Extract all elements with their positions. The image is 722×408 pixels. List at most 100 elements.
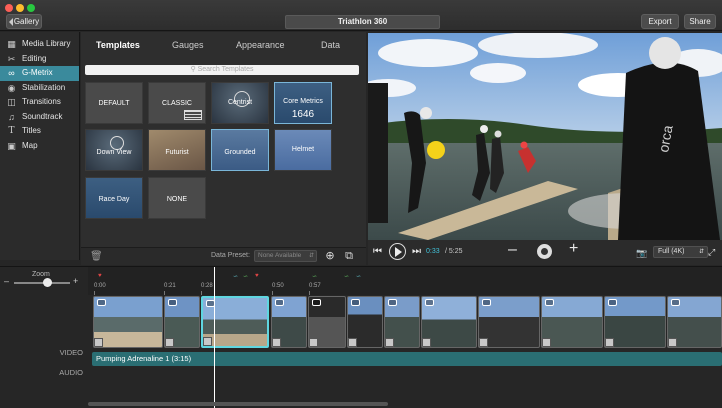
metric-marker-icon[interactable]: ∽ [344, 273, 349, 280]
tick-mark [201, 291, 202, 295]
zoom-slider[interactable] [14, 282, 70, 284]
metric-marker-icon[interactable]: ∽ [312, 273, 317, 280]
view-orientation-icon[interactable] [537, 244, 552, 259]
transition-icon[interactable] [309, 338, 318, 347]
video-clip[interactable] [271, 296, 307, 348]
transition-icon[interactable] [203, 337, 212, 346]
tab-templates[interactable]: Templates [96, 40, 140, 50]
video-clip[interactable] [93, 296, 163, 348]
tab-data[interactable]: Data [321, 40, 340, 50]
sidebar-item-media-library[interactable]: ▦ Media Library [0, 37, 79, 52]
tab-appearance[interactable]: Appearance [236, 40, 285, 50]
vr-360-icon [671, 299, 680, 306]
video-clip[interactable] [478, 296, 540, 348]
video-clip[interactable] [604, 296, 666, 348]
tile-label: CLASSIC [162, 100, 192, 107]
video-track [92, 296, 722, 350]
transition-icon[interactable] [479, 338, 488, 347]
tick-mark [94, 291, 95, 295]
transition-icon[interactable] [668, 338, 677, 347]
fullscreen-icon[interactable]: ⤢ [708, 246, 715, 258]
video-clip[interactable] [421, 296, 477, 348]
film-icon: ▦ [7, 39, 16, 49]
zoom-slider-handle[interactable] [43, 278, 52, 287]
sidebar-item-label: G-Metrix [22, 68, 53, 77]
minimize-window-button[interactable] [16, 4, 24, 12]
timeline-ruler[interactable]: 0:00 0:21 0:28 0:50 0:57 ♥ ∽ ∽ ♥ ∽ ∽ ∽ [88, 267, 722, 295]
template-classic[interactable]: CLASSIC [148, 82, 206, 124]
play-button[interactable] [389, 243, 406, 260]
vr-360-icon [312, 299, 321, 306]
sidebar-item-label: Editing [22, 53, 47, 63]
audio-clip[interactable]: Pumping Adrenaline 1 (3:15) [92, 352, 722, 366]
timeline-scrollbar[interactable] [88, 402, 388, 406]
sidebar-item-map[interactable]: ▣ Map [0, 139, 79, 154]
sidebar-item-stabilization[interactable]: ◉ Stabilization [0, 81, 79, 96]
trash-icon[interactable]: 🗑 [90, 251, 103, 262]
playhead[interactable] [214, 267, 215, 408]
transition-icon[interactable] [542, 338, 551, 347]
video-clip[interactable] [541, 296, 603, 348]
close-window-button[interactable] [5, 4, 13, 12]
data-preset-label: Data Preset: [211, 252, 250, 259]
sidebar-item-editing[interactable]: ✂ Editing [0, 52, 79, 67]
audio-clip-title: Pumping Adrenaline 1 (3:15) [96, 354, 192, 363]
export-button[interactable]: Export [641, 14, 679, 29]
transition-icon[interactable] [272, 338, 281, 347]
template-none[interactable]: NONE [148, 177, 206, 219]
skip-back-icon[interactable]: ⏮ [373, 246, 382, 258]
transition-icon[interactable] [165, 338, 174, 347]
camera-icon[interactable]: 📷 [636, 247, 647, 259]
video-clip[interactable] [308, 296, 346, 348]
transition-icon[interactable] [385, 338, 394, 347]
metric-marker-icon[interactable]: ∽ [243, 273, 248, 280]
sidebar-item-transitions[interactable]: ◫ Transitions [0, 95, 79, 110]
zoom-window-button[interactable] [27, 4, 35, 12]
tick-mark [309, 291, 310, 295]
tile-label: Core Metrics [283, 98, 323, 105]
data-preset-select[interactable]: None Available ⇵ [254, 250, 317, 262]
project-title-field[interactable]: Triathlon 360 [285, 15, 440, 29]
video-preview[interactable]: orca [368, 33, 722, 240]
video-clip[interactable] [164, 296, 200, 348]
video-clip-selected[interactable] [201, 296, 269, 348]
zoom-plus-icon[interactable]: + [73, 276, 78, 286]
tick-mark [272, 291, 273, 295]
video-clip[interactable] [347, 296, 383, 348]
vr-360-icon [351, 299, 360, 306]
gallery-button[interactable]: Gallery [6, 14, 42, 29]
video-clip[interactable] [667, 296, 722, 348]
zoom-minus-icon[interactable]: – [4, 276, 9, 286]
video-clip[interactable] [384, 296, 420, 348]
transition-icon[interactable] [605, 338, 614, 347]
quality-select[interactable]: Full (4K) ⇵ [653, 246, 708, 258]
search-templates-input[interactable]: ⚲ Search Templates [85, 65, 359, 75]
metric-marker-icon[interactable]: ∽ [233, 273, 238, 280]
export-template-icon[interactable]: ⧉ [343, 250, 355, 262]
zoom-in-icon[interactable]: + [569, 241, 578, 257]
template-down-view[interactable]: Down View [85, 129, 143, 171]
zoom-out-icon[interactable]: – [508, 242, 517, 258]
metric-marker-icon[interactable]: ∽ [356, 273, 361, 280]
template-centrist[interactable]: Centrist [211, 82, 269, 124]
transition-icon[interactable] [348, 338, 357, 347]
add-circle-icon[interactable]: ⊕ [324, 250, 336, 262]
sidebar-item-soundtrack[interactable]: ♫ Soundtrack [0, 110, 79, 125]
skip-forward-icon[interactable]: ⏭ [412, 246, 421, 258]
timeline: Zoom – + 0:00 0:21 0:28 0:50 0:57 ♥ ∽ ∽ … [0, 266, 722, 408]
tab-gauges[interactable]: Gauges [172, 40, 204, 50]
template-helmet[interactable]: Helmet [274, 129, 332, 171]
template-futurist[interactable]: Futurist [148, 129, 206, 171]
template-race-day[interactable]: Race Day [85, 177, 143, 219]
share-button[interactable]: Share [684, 14, 716, 29]
template-core-metrics[interactable]: Core Metrics 1646 [274, 82, 332, 124]
template-default[interactable]: DEFAULT [85, 82, 143, 124]
quality-value: Full (4K) [658, 248, 685, 255]
transition-icon[interactable] [422, 338, 431, 347]
template-grounded[interactable]: Grounded [211, 129, 269, 171]
sidebar-item-titles[interactable]: T Titles [0, 124, 79, 139]
transition-icon[interactable] [94, 338, 103, 347]
sidebar-item-g-metrix[interactable]: ∞ G-Metrix [0, 66, 79, 81]
heart-marker-icon[interactable]: ♥ [98, 273, 102, 279]
heart-marker-icon[interactable]: ♥ [255, 273, 259, 279]
